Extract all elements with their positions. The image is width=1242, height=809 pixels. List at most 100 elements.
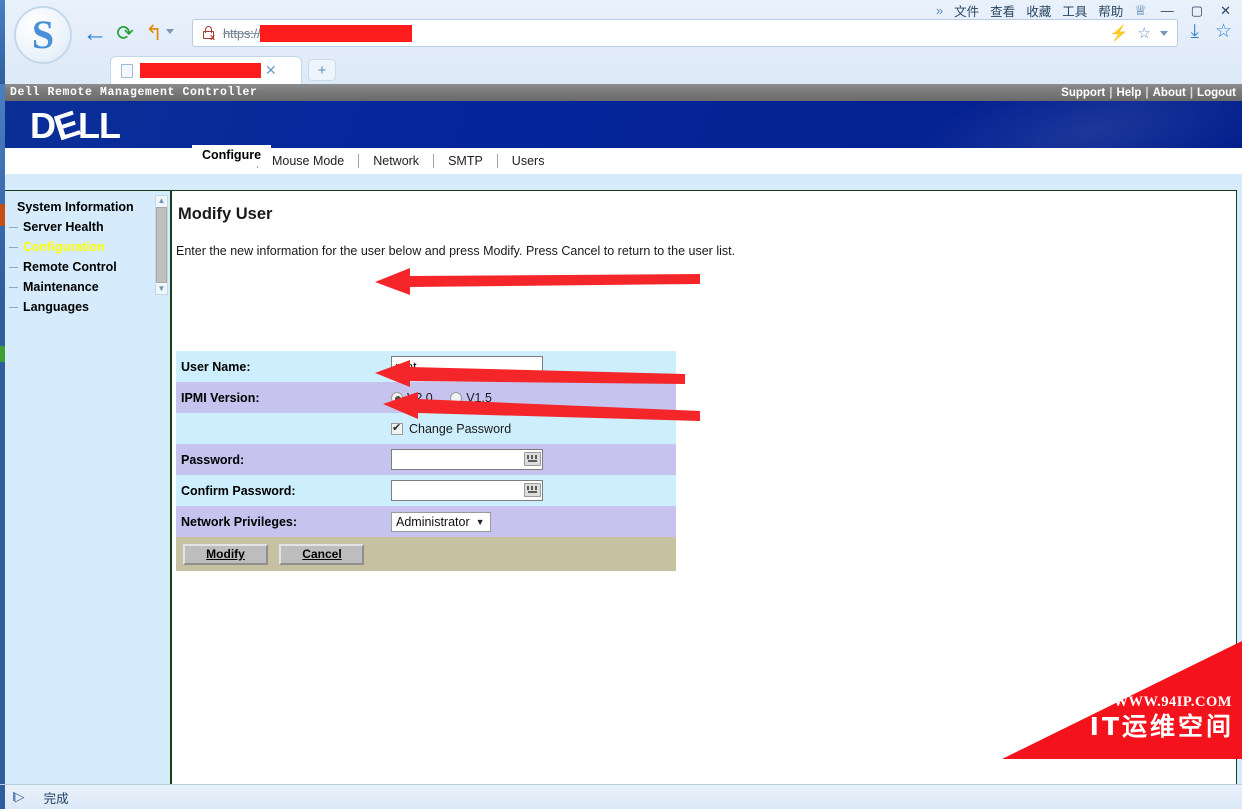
link-logout[interactable]: Logout xyxy=(1193,87,1240,99)
network-privileges-select[interactable]: Administrator ▼ xyxy=(391,511,491,532)
scroll-up-icon[interactable]: ▲ xyxy=(158,196,166,206)
radio-ipmi-v15[interactable] xyxy=(450,391,463,404)
status-bar-left-rail xyxy=(0,785,5,809)
radio-ipmi-v20[interactable] xyxy=(391,391,403,404)
link-help[interactable]: Help xyxy=(1112,87,1145,99)
history-back-icon[interactable]: ↰ xyxy=(141,20,167,46)
form-row-confirm-password: Confirm Password: xyxy=(176,475,676,506)
tab-strip: ⌂ ✕ + xyxy=(0,52,1242,131)
form-row-ipmi-version: IPMI Version: V2.0 V1.5 xyxy=(176,382,676,413)
link-support[interactable]: Support xyxy=(1057,87,1109,99)
cell-form-buttons: Modify Cancel xyxy=(176,537,676,571)
page-title: Modify User xyxy=(178,205,273,223)
radio-label-ipmi-v20: V2.0 xyxy=(407,390,433,405)
back-button[interactable]: ← xyxy=(82,20,108,46)
drac-page: Dell Remote Management Controller Suppor… xyxy=(0,84,1242,809)
label-ipmi-version: IPMI Version: xyxy=(181,390,260,405)
password-input[interactable] xyxy=(391,449,543,470)
modify-button[interactable]: Modify xyxy=(183,543,268,565)
subnav-item-mouse-mode[interactable]: Mouse Mode xyxy=(258,154,360,168)
link-about[interactable]: About xyxy=(1149,87,1190,99)
network-privileges-value: Administrator xyxy=(396,514,470,529)
dell-banner: DELL xyxy=(5,101,1242,148)
tab-favicon-icon xyxy=(121,63,133,78)
cell-password-input xyxy=(391,444,676,475)
browser-toolbar-right: ⤓ ☆ xyxy=(1191,20,1232,43)
modify-user-form: User Name: IPMI Version: V2.0 V1.5 Ch xyxy=(176,351,676,571)
bookmark-star-icon[interactable]: ☆ xyxy=(1138,24,1151,42)
url-scheme-text: https:// xyxy=(223,25,261,41)
sidebar-scrollbar[interactable]: ▲ ▼ xyxy=(155,195,168,295)
chevron-down-icon: ▼ xyxy=(475,516,485,527)
maximize-button[interactable]: ▢ xyxy=(1188,3,1206,19)
bookmark-dropdown-caret-icon[interactable] xyxy=(1160,30,1168,36)
virtual-keyboard-icon[interactable] xyxy=(524,452,541,466)
reload-icon[interactable]: ⟳ xyxy=(112,20,138,46)
sidebar-label-server-health: Server Health xyxy=(23,220,104,234)
menu-overflow-icon[interactable]: » xyxy=(936,3,943,18)
browser-tab[interactable]: ✕ xyxy=(110,56,302,84)
label-user-name: User Name: xyxy=(181,359,251,374)
sidebar-item-languages[interactable]: Languages xyxy=(5,297,170,317)
form-row-network-privileges: Network Privileges: Administrator ▼ xyxy=(176,506,676,537)
drac-title: Dell Remote Management Controller xyxy=(10,86,258,99)
sub-navigation: Alerts Mouse Mode Network SMTP Users xyxy=(5,148,1242,174)
status-play-icon[interactable]: I▷ xyxy=(12,789,25,805)
insecure-lock-icon: x xyxy=(201,25,217,42)
subnav-item-users[interactable]: Users xyxy=(498,154,559,168)
user-name-input[interactable] xyxy=(391,356,543,377)
label-change-password-spacer xyxy=(176,413,391,444)
cell-ipmi-version-radios: V2.0 V1.5 xyxy=(391,382,676,413)
address-bar-actions: ⚡ ☆ xyxy=(1110,24,1177,42)
label-password: Password: xyxy=(181,452,245,467)
cell-user-name-input xyxy=(391,351,676,382)
status-text: 完成 xyxy=(43,791,69,806)
virtual-keyboard-icon[interactable] xyxy=(524,483,541,497)
menu-item-help[interactable]: 帮助 xyxy=(1098,1,1123,20)
page-intro-text: Enter the new information for the user b… xyxy=(176,244,736,258)
favorites-star-icon[interactable]: ☆ xyxy=(1215,20,1232,43)
cell-change-password-checkbox: Change Password xyxy=(391,413,676,444)
tab-close-icon[interactable]: ✕ xyxy=(265,62,277,79)
close-button[interactable]: ✕ xyxy=(1217,3,1234,19)
sidebar: System Information Server Health Configu… xyxy=(5,190,171,809)
browser-menu-bar: » 文件 查看 收藏 工具 帮助 ♕ — ▢ ✕ xyxy=(936,1,1234,20)
sidebar-label-languages: Languages xyxy=(23,300,89,314)
sidebar-item-server-health[interactable]: Server Health xyxy=(5,217,170,237)
screenshot-root: S ← ⟳ ↰ x https:// ⚡ ☆ ⤓ ☆ » 文件 查看 收藏 工具… xyxy=(0,0,1242,809)
content-panel: Modify User Enter the new information fo… xyxy=(171,190,1237,809)
label-network-privileges: Network Privileges: xyxy=(181,514,298,529)
form-row-actions: Modify Cancel xyxy=(176,537,676,571)
confirm-password-input[interactable] xyxy=(391,480,543,501)
address-bar[interactable]: x https:// ⚡ ☆ xyxy=(192,19,1178,47)
form-row-password: Password: xyxy=(176,444,676,475)
browser-chrome: S ← ⟳ ↰ x https:// ⚡ ☆ ⤓ ☆ » 文件 查看 收藏 工具… xyxy=(0,0,1242,131)
skin-crown-icon[interactable]: ♕ xyxy=(1134,2,1147,19)
drac-title-bar: Dell Remote Management Controller Suppor… xyxy=(5,84,1242,101)
form-row-change-password: Change Password xyxy=(176,413,676,444)
history-dropdown-caret-icon[interactable] xyxy=(166,29,174,34)
sidebar-item-configuration[interactable]: Configuration xyxy=(5,237,170,257)
menu-item-tools[interactable]: 工具 xyxy=(1062,1,1087,20)
minimize-button[interactable]: — xyxy=(1158,3,1177,18)
menu-item-view[interactable]: 查看 xyxy=(990,1,1015,20)
new-tab-button[interactable]: + xyxy=(308,59,336,81)
label-confirm-password: Confirm Password: xyxy=(181,483,296,498)
sidebar-item-remote-control[interactable]: Remote Control xyxy=(5,257,170,277)
sidebar-item-system-information[interactable]: System Information xyxy=(5,197,170,217)
sidebar-label-system-information: System Information xyxy=(17,200,134,214)
menu-item-favorites[interactable]: 收藏 xyxy=(1026,1,1051,20)
download-icon[interactable]: ⤓ xyxy=(1191,21,1199,43)
scrollbar-thumb[interactable] xyxy=(156,207,167,283)
subnav-item-network[interactable]: Network xyxy=(359,154,435,168)
scroll-down-icon[interactable]: ▼ xyxy=(158,284,166,294)
menu-item-file[interactable]: 文件 xyxy=(954,1,979,20)
radio-label-ipmi-v15: V1.5 xyxy=(466,390,492,405)
lightning-icon[interactable]: ⚡ xyxy=(1110,24,1129,42)
url-redacted-bar xyxy=(260,24,413,42)
tab-configure[interactable]: Configure xyxy=(192,145,272,166)
subnav-item-smtp[interactable]: SMTP xyxy=(434,154,498,168)
sidebar-item-maintenance[interactable]: Maintenance xyxy=(5,277,170,297)
cancel-button[interactable]: Cancel xyxy=(279,543,365,565)
change-password-checkbox[interactable] xyxy=(391,421,403,435)
